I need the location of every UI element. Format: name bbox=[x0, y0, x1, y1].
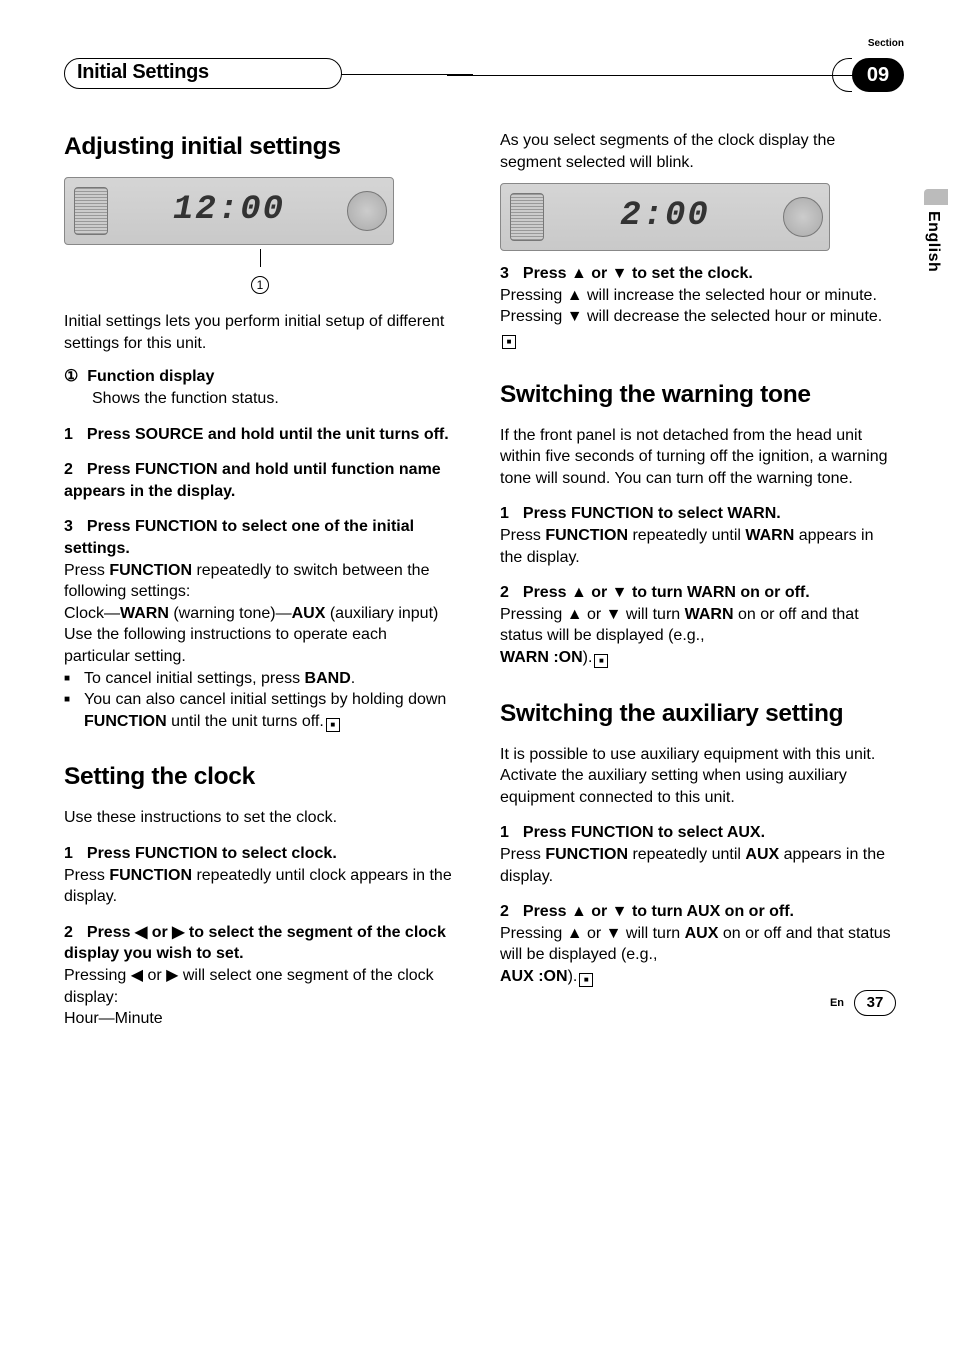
warn-step-2: Press ▲ or ▼ to turn WARN on or off. bbox=[523, 584, 810, 601]
language-tab: English bbox=[924, 189, 948, 272]
step-3: Press FUNCTION to select one of the init… bbox=[64, 518, 414, 557]
lcd-illustration-1: 12:00 bbox=[64, 177, 394, 245]
aux-step-2-body: Pressing ▲ or ▼ will turn AUX on or off … bbox=[500, 923, 892, 988]
section-label: Section bbox=[868, 38, 904, 49]
aux-step-1-body: Press FUNCTION repeatedly until AUX appe… bbox=[500, 844, 892, 887]
intro-c: If the front panel is not detached from … bbox=[500, 425, 892, 490]
step-2: Press FUNCTION and hold until function n… bbox=[64, 461, 441, 500]
aux-step-2: Press ▲ or ▼ to turn AUX on or off. bbox=[523, 903, 794, 920]
step-num: 2 bbox=[64, 924, 73, 941]
section-number-badge: 09 bbox=[852, 58, 904, 92]
lcd-eq-icon bbox=[74, 187, 108, 235]
lcd-dial-icon bbox=[347, 191, 387, 231]
step-num: 2 bbox=[500, 903, 509, 920]
end-mark-icon bbox=[502, 335, 516, 349]
fd-circled-num: ① bbox=[64, 368, 78, 385]
intro-b: Use these instructions to set the clock. bbox=[64, 807, 456, 829]
page-number: 37 bbox=[854, 990, 896, 1016]
lcd-eq-icon bbox=[510, 193, 544, 241]
fd-body: Shows the function status. bbox=[64, 388, 456, 410]
step-num: 1 bbox=[64, 426, 73, 443]
bullet-2: You can also cancel initial settings by … bbox=[64, 689, 456, 732]
step-num: 1 bbox=[64, 845, 73, 862]
lcd-value-2: 2:00 bbox=[620, 194, 710, 240]
step-3-note: Use the following instructions to operat… bbox=[64, 624, 456, 667]
chapter-pill: Initial Settings bbox=[64, 58, 342, 89]
step-3-body: Press FUNCTION repeatedly to switch betw… bbox=[64, 560, 456, 603]
step-num: 1 bbox=[500, 824, 509, 841]
warn-step-1-body: Press FUNCTION repeatedly until WARN app… bbox=[500, 525, 892, 568]
callout-1: 1 bbox=[64, 249, 456, 295]
footer: En 37 bbox=[830, 990, 896, 1016]
top-note: As you select segments of the clock disp… bbox=[500, 130, 892, 173]
footer-lang: En bbox=[830, 997, 844, 1009]
heading-aux-setting: Switching the auxiliary setting bbox=[500, 697, 892, 730]
intro-a: Initial settings lets you perform initia… bbox=[64, 311, 456, 354]
heading-adjusting: Adjusting initial settings bbox=[64, 130, 456, 163]
lcd-dial-icon bbox=[783, 197, 823, 237]
clock-step-2: Press ◀ or ▶ to select the segment of th… bbox=[64, 924, 446, 963]
end-mark-icon bbox=[326, 718, 340, 732]
callout-number: 1 bbox=[251, 276, 269, 294]
clock-step-1-body: Press FUNCTION repeatedly until clock ap… bbox=[64, 865, 456, 908]
lcd-value-1: 12:00 bbox=[173, 188, 285, 234]
step-num: 2 bbox=[64, 461, 73, 478]
clock-step-2-segments: Hour—Minute bbox=[64, 1008, 456, 1030]
language-label: English bbox=[924, 211, 942, 272]
heading-setting-clock: Setting the clock bbox=[64, 760, 456, 793]
right-step-3: Press ▲ or ▼ to set the clock. bbox=[523, 265, 753, 282]
clock-step-1: Press FUNCTION to select clock. bbox=[87, 845, 337, 862]
fd-title: Function display bbox=[87, 368, 214, 385]
step-num: 2 bbox=[500, 584, 509, 601]
warn-step-1: Press FUNCTION to select WARN. bbox=[523, 505, 781, 522]
end-mark-icon bbox=[594, 654, 608, 668]
left-column: Adjusting initial settings 12:00 1 Initi… bbox=[64, 130, 456, 1030]
right-step-3-body: Pressing ▲ will increase the selected ho… bbox=[500, 285, 892, 350]
tab-highlight bbox=[924, 189, 948, 205]
aux-step-1: Press FUNCTION to select AUX. bbox=[523, 824, 765, 841]
step-3-settings: Clock—WARN (warning tone)—AUX (auxiliary… bbox=[64, 603, 456, 625]
right-column: As you select segments of the clock disp… bbox=[500, 130, 892, 1030]
step-num: 3 bbox=[64, 518, 73, 535]
warn-step-2-body: Pressing ▲ or ▼ will turn WARN on or off… bbox=[500, 604, 892, 669]
end-mark-icon bbox=[579, 973, 593, 987]
step-num: 1 bbox=[500, 505, 509, 522]
heading-warning-tone: Switching the warning tone bbox=[500, 378, 892, 411]
clock-step-2-body: Pressing ◀ or ▶ will select one segment … bbox=[64, 965, 456, 1008]
lcd-illustration-2: 2:00 bbox=[500, 183, 830, 251]
intro-d: It is possible to use auxiliary equipmen… bbox=[500, 744, 892, 809]
step-1: Press SOURCE and hold until the unit tur… bbox=[87, 426, 449, 443]
bullet-1: To cancel initial settings, press BAND. bbox=[64, 668, 456, 690]
step-num: 3 bbox=[500, 265, 509, 282]
